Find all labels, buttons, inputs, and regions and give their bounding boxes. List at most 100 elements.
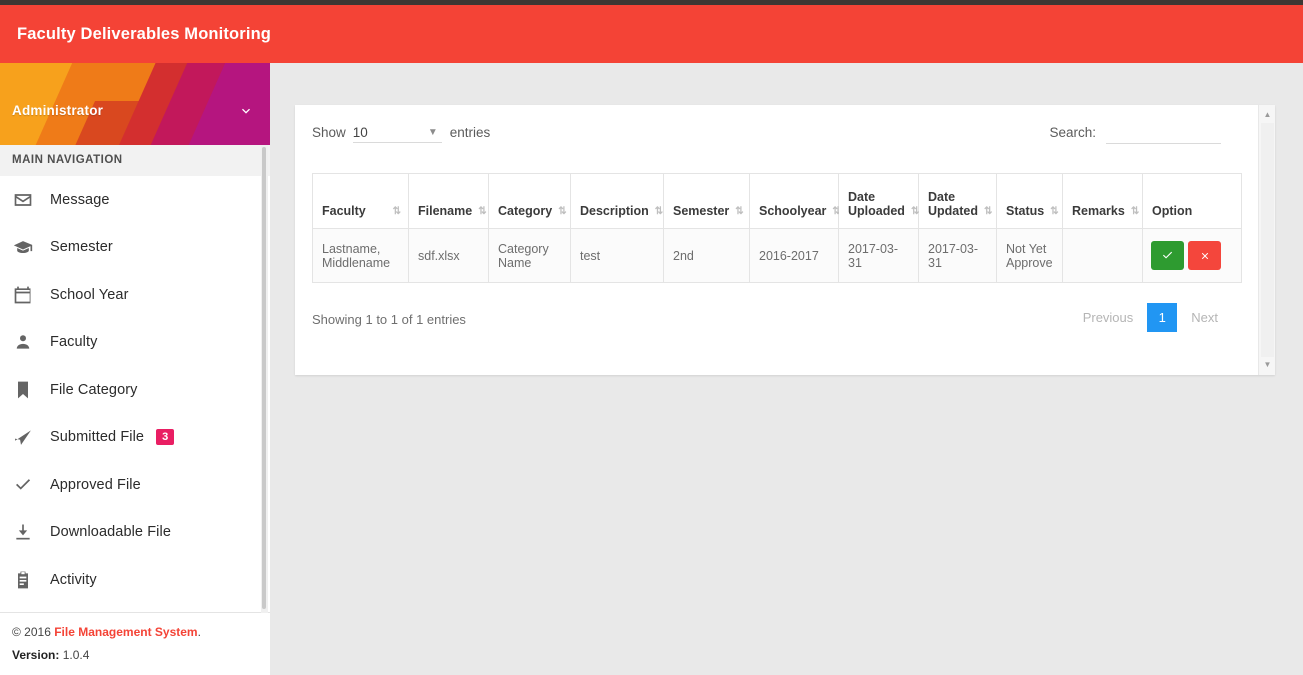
cell-remarks [1062, 228, 1143, 283]
sort-updown-icon: ⇅ [1130, 206, 1139, 217]
card-scrollbar[interactable]: ▲ ▼ [1258, 105, 1275, 375]
column-label: Option [1152, 204, 1193, 218]
graduation-cap-icon [12, 236, 34, 258]
show-label: Show [312, 125, 346, 140]
table-controls-row: Show 10 ▼ entries Search: [295, 105, 1258, 167]
cell-status: Not Yet Approve [996, 228, 1063, 283]
column-label: Remarks [1072, 204, 1125, 218]
pagination-next[interactable]: Next [1181, 304, 1228, 331]
cell-schoolyear: 2016-2017 [749, 228, 839, 283]
entries-length-control: Show 10 ▼ entries [312, 125, 490, 143]
sort-updown-icon: ⇅ [735, 206, 743, 217]
nav-section-header: MAIN NAVIGATION [0, 145, 270, 176]
user-name: Administrator [12, 103, 104, 118]
search-input[interactable] [1106, 125, 1221, 144]
column-header-filename[interactable]: Filename ⇅ [408, 173, 489, 229]
column-label: Status [1006, 204, 1045, 218]
cell-category: Category Name [488, 228, 571, 283]
sidebar-item-label: Downloadable File [50, 524, 171, 541]
pagination: Previous 1 Next [1073, 303, 1228, 332]
main-header: Faculty Deliverables Monitoring [0, 5, 1303, 63]
column-header-semester[interactable]: Semester ⇅ [663, 173, 750, 229]
column-header-faculty[interactable]: Faculty ⇅ [312, 173, 409, 229]
table-head: Faculty ⇅ Filename ⇅ Category ⇅ Description… [312, 173, 1242, 229]
check-icon [12, 474, 34, 496]
column-header-category[interactable]: Category ⇅ [488, 173, 571, 229]
column-header-date-updated[interactable]: Date Updated ⇅ [918, 173, 997, 229]
column-header-date-uploaded[interactable]: Date Uploaded ⇅ [838, 173, 919, 229]
sidebar-item-label: Approved File [50, 476, 141, 493]
version-label: Version: [12, 648, 60, 662]
search-label: Search: [1049, 125, 1096, 140]
copyright-suffix: . [197, 625, 201, 639]
triangle-down-icon[interactable]: ▼ [1259, 357, 1275, 373]
sort-updown-icon: ⇅ [654, 206, 663, 217]
sidebar-item-label: Faculty [50, 334, 98, 351]
sidebar-item-downloadable-file[interactable]: Downloadable File [0, 508, 270, 556]
column-header-remarks[interactable]: Remarks ⇅ [1062, 173, 1143, 229]
sort-updown-icon: ⇅ [910, 206, 919, 217]
status-badge: 3 [156, 429, 175, 446]
column-label: Semester [673, 204, 730, 218]
app-root: Faculty Deliverables Monitoring Administ… [0, 0, 1303, 675]
sidebar-item-label: Activity [50, 571, 97, 588]
cell-faculty: Lastname, Middlename [312, 228, 409, 283]
sidebar-item-message[interactable]: Message [0, 176, 270, 224]
sort-updown-icon: ⇅ [558, 206, 566, 217]
sidebar-footer: © 2016 File Management System. Version: … [0, 612, 270, 675]
reject-button[interactable] [1188, 241, 1221, 270]
bookmark-icon [12, 379, 34, 401]
triangle-up-icon[interactable]: ▲ [1259, 107, 1275, 123]
sort-updown-icon: ⇅ [478, 206, 486, 217]
cell-date-uploaded: 2017-03-31 [838, 228, 919, 283]
sidebar-scrollbar-thumb[interactable] [262, 147, 266, 609]
table-header-row: Faculty ⇅ Filename ⇅ Category ⇅ Description… [312, 173, 1242, 229]
column-label: Filename [418, 204, 473, 218]
column-header-schoolyear[interactable]: Schoolyear ⇅ [749, 173, 841, 229]
sidebar-item-submitted-file[interactable]: Submitted File 3 [0, 413, 270, 461]
chevron-down-icon[interactable] [238, 103, 254, 119]
submitted-files-table: Faculty ⇅ Filename ⇅ Category ⇅ Description… [312, 173, 1242, 283]
table-row[interactable]: Lastname, Middlename sdf.xlsx Category N… [312, 228, 1242, 283]
sidebar-item-label: File Category [50, 381, 138, 398]
calendar-check-icon [12, 284, 34, 306]
user-panel[interactable]: Administrator [0, 63, 270, 145]
card-scrollbar-thumb[interactable] [1261, 123, 1274, 357]
brand-link[interactable]: File Management System [54, 625, 197, 639]
cell-option [1142, 228, 1242, 283]
column-label: Date Updated [928, 190, 978, 218]
column-label: Description [580, 204, 649, 218]
entries-select[interactable]: 10 ▼ [352, 125, 442, 143]
sidebar-nav-list: Message Semester School Year Faculty Fil… [0, 176, 270, 604]
sidebar-item-school-year[interactable]: School Year [0, 271, 270, 319]
sidebar-item-label: Submitted File [50, 429, 145, 446]
table-body: Lastname, Middlename sdf.xlsx Category N… [312, 228, 1242, 283]
column-label: Schoolyear [759, 204, 827, 218]
cell-date-updated: 2017-03-31 [918, 228, 997, 283]
sidebar-item-activity[interactable]: Activity [0, 556, 270, 604]
table-info: Showing 1 to 1 of 1 entries [312, 312, 466, 327]
column-label: Date Uploaded [848, 190, 905, 218]
sidebar-item-semester[interactable]: Semester [0, 223, 270, 271]
sidebar-item-label: School Year [50, 286, 129, 303]
table-wrapper: Faculty ⇅ Filename ⇅ Category ⇅ Description… [312, 173, 1242, 283]
column-header-status[interactable]: Status ⇅ [996, 173, 1063, 229]
download-icon [12, 521, 34, 543]
pagination-page-1[interactable]: 1 [1147, 303, 1178, 332]
data-table-card: Show 10 ▼ entries Search: Faculty ⇅ File… [295, 105, 1275, 375]
column-header-description[interactable]: Description ⇅ [570, 173, 664, 229]
person-icon [12, 331, 34, 353]
caret-down-icon: ▼ [427, 127, 438, 138]
sidebar-item-faculty[interactable]: Faculty [0, 318, 270, 366]
envelope-icon [12, 189, 34, 211]
copyright-text: © 2016 File Management System. [12, 625, 258, 639]
cell-filename: sdf.xlsx [408, 228, 489, 283]
entries-label: entries [449, 125, 491, 140]
sort-updown-icon: ⇅ [392, 206, 401, 217]
pagination-previous[interactable]: Previous [1073, 304, 1144, 331]
sort-updown-icon: ⇅ [1050, 206, 1058, 217]
sidebar-item-file-category[interactable]: File Category [0, 366, 270, 414]
cell-semester: 2nd [663, 228, 750, 283]
sidebar-item-approved-file[interactable]: Approved File [0, 461, 270, 509]
approve-button[interactable] [1151, 241, 1184, 270]
